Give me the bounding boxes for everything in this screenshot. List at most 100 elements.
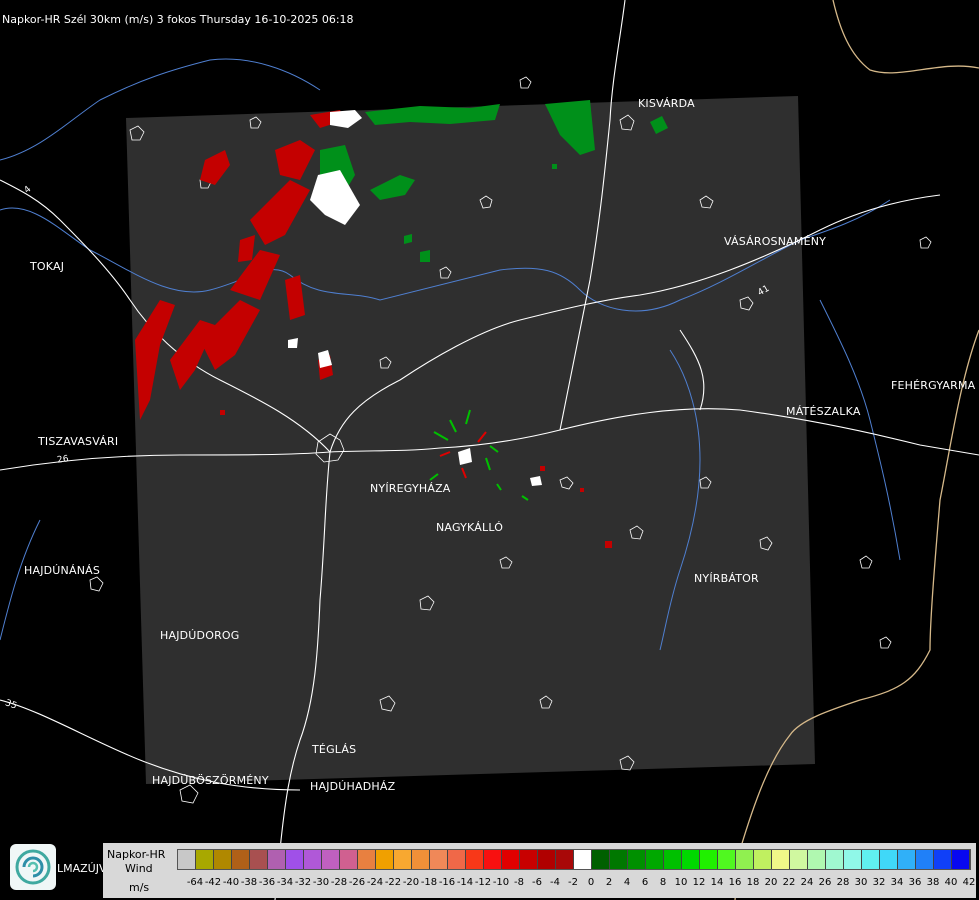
legend-swatch: [844, 850, 862, 869]
legend-swatch: [394, 850, 412, 869]
legend-swatch: [376, 850, 394, 869]
legend-swatch: [916, 850, 934, 869]
legend-swatch: [664, 850, 682, 869]
city-label-vasarosnameny: VÁSÁROSNAMÉNY: [724, 235, 827, 248]
legend-tick-label: 30: [854, 877, 868, 888]
legend-tick-label: -12: [474, 877, 492, 888]
legend-swatch: [628, 850, 646, 869]
legend-tick-label: 8: [659, 877, 667, 888]
legend-tick-label: -6: [532, 877, 542, 888]
legend-swatch: [592, 850, 610, 869]
legend-tick-label: 22: [782, 877, 796, 888]
legend-swatch: [502, 850, 520, 869]
legend-swatch: [250, 850, 268, 869]
legend-swatch: [808, 850, 826, 869]
legend-tick-label: 12: [692, 877, 706, 888]
city-label-hajdunanas: HAJDÚNÁNÁS: [24, 564, 101, 577]
city-label-hajdudorog: HAJDÚDOROG: [160, 629, 240, 642]
legend-tick-label: -34: [276, 877, 294, 888]
legend-unit-label: m/s: [129, 881, 150, 894]
legend-swatch: [412, 850, 430, 869]
city-label-nyirbator: NYÍRBÁTOR: [694, 572, 759, 585]
legend-tick-label: -42: [204, 877, 222, 888]
wind-legend: Napkor-HR Wind m/s -64 -42 -40 -38 -36 -34 -32…: [103, 843, 976, 898]
legend-swatch: [934, 850, 952, 869]
legend-swatch: [520, 850, 538, 869]
legend-swatch: [214, 850, 232, 869]
legend-tick-label: 2: [605, 877, 613, 888]
legend-tick-label: -26: [348, 877, 366, 888]
legend-tick-label: 28: [836, 877, 850, 888]
legend-swatch: [358, 850, 376, 869]
legend-source-label: Napkor-HR: [107, 848, 166, 861]
city-label-tokaj: TOKAJ: [30, 260, 65, 273]
legend-tick-label: -64: [186, 877, 204, 888]
legend-tick-label: 24: [800, 877, 814, 888]
legend-swatch: [304, 850, 322, 869]
legend-tick-label: 42: [962, 877, 976, 888]
legend-tick-label: -22: [384, 877, 402, 888]
legend-swatch: [574, 850, 592, 869]
legend-swatch: [862, 850, 880, 869]
legend-swatch: [772, 850, 790, 869]
legend-swatch: [466, 850, 484, 869]
legend-tick-label: -40: [222, 877, 240, 888]
road-number-26: 26: [56, 454, 70, 466]
legend-tick-label: 20: [764, 877, 778, 888]
radar-coverage-area: [126, 96, 815, 784]
legend-tick-labels: -64 -42 -40 -38 -36 -34 -32 -30 -28 -26 -24 -22 -20-…: [177, 877, 976, 891]
swirl-logo-icon: [15, 849, 51, 885]
legend-tick-label: 14: [710, 877, 724, 888]
legend-swatch: [880, 850, 898, 869]
legend-swatch: [682, 850, 700, 869]
legend-tick-label: -20: [402, 877, 420, 888]
legend-tick-label: -24: [366, 877, 384, 888]
legend-swatch: [196, 850, 214, 869]
city-label-tiszavasvari: TISZAVASVÁRI: [38, 435, 119, 448]
legend-swatch: [232, 850, 250, 869]
legend-swatch: [538, 850, 556, 869]
legend-tick-label: 38: [926, 877, 940, 888]
legend-swatch: [178, 850, 196, 869]
legend-swatch: [268, 850, 286, 869]
legend-tick-label: -16: [438, 877, 456, 888]
legend-color-scale: [177, 849, 971, 870]
legend-swatch: [700, 850, 718, 869]
legend-swatch: [610, 850, 628, 869]
legend-swatch: [340, 850, 358, 869]
legend-tick-label: 36: [908, 877, 922, 888]
radar-map[interactable]: [0, 0, 979, 900]
legend-tick-label: 18: [746, 877, 760, 888]
legend-tick-label: -10: [492, 877, 510, 888]
legend-tick-label: 40: [944, 877, 958, 888]
legend-tick-label: -4: [550, 877, 560, 888]
city-label-teglas: TÉGLÁS: [312, 743, 357, 756]
city-label-fehergyarmat: FEHÉRGYARMA: [891, 379, 976, 392]
legend-swatch: [448, 850, 466, 869]
legend-tick-label: 0: [587, 877, 595, 888]
map-title: Napkor-HR Szél 30km (m/s) 3 fokos Thursd…: [2, 13, 354, 26]
legend-swatch: [484, 850, 502, 869]
legend-swatch: [322, 850, 340, 869]
legend-quantity-label: Wind: [125, 862, 153, 875]
legend-swatch: [826, 850, 844, 869]
city-label-hajduhadhaz: HAJDÚHADHÁZ: [310, 780, 396, 793]
legend-tick-label: 34: [890, 877, 904, 888]
napkor-logo: [10, 844, 56, 890]
city-label-nyiregyhaza: NYÍREGYHÁZA: [370, 482, 451, 495]
city-label-nagykallo: NAGYKÁLLÓ: [436, 521, 504, 534]
legend-tick-label: 26: [818, 877, 832, 888]
legend-swatch: [952, 850, 970, 869]
legend-tick-label: 32: [872, 877, 886, 888]
legend-tick-label: -8: [514, 877, 524, 888]
legend-tick-label: -38: [240, 877, 258, 888]
city-label-kisvarda: KISVÁRDA: [638, 97, 695, 110]
legend-tick-label: -28: [330, 877, 348, 888]
legend-swatch: [718, 850, 736, 869]
legend-tick-label: -36: [258, 877, 276, 888]
legend-tick-label: -14: [456, 877, 474, 888]
legend-tick-label: 10: [674, 877, 688, 888]
legend-swatch: [736, 850, 754, 869]
city-label-mateszalka: MÁTÉSZALKA: [786, 405, 861, 418]
legend-tick-label: 4: [623, 877, 631, 888]
